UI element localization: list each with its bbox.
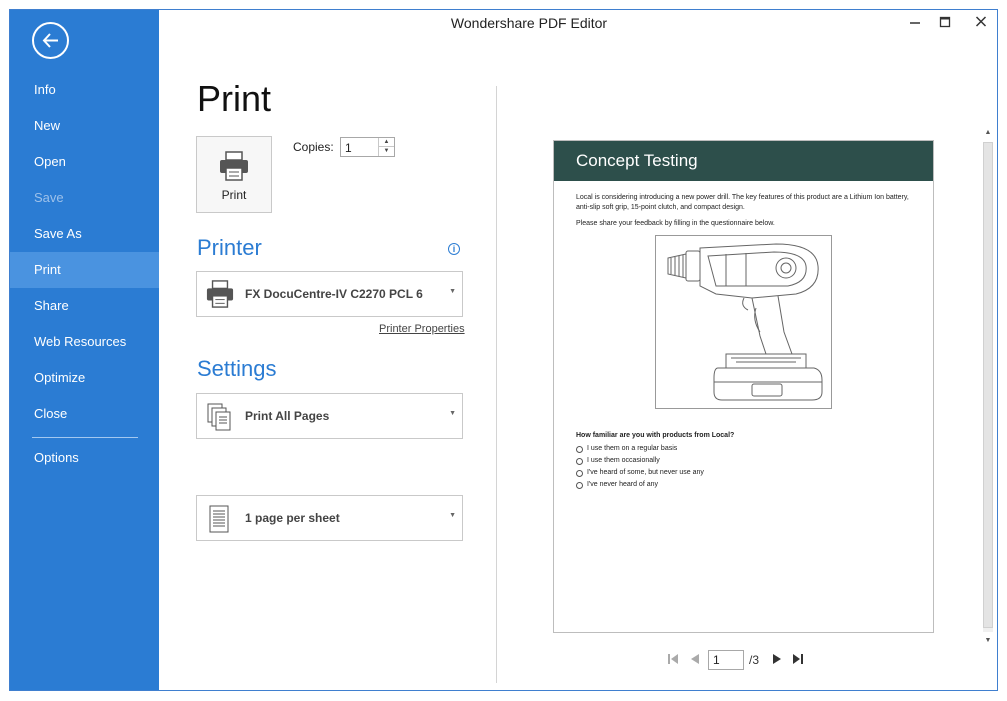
scroll-down-button[interactable]: ▼ xyxy=(980,634,996,648)
copies-stepper[interactable]: 1 ▲ ▼ xyxy=(340,137,395,157)
preview-instruction: Please share your feedback by filling in… xyxy=(576,220,775,227)
radio-icon xyxy=(576,445,583,453)
sidebar-nav: Info New Open Save Save As Print Share W… xyxy=(10,72,159,476)
last-page-icon xyxy=(793,654,803,664)
preview-option-label: I use them occasionally xyxy=(587,457,660,464)
copies-label: Copies: xyxy=(293,140,334,154)
scroll-track[interactable] xyxy=(983,142,993,632)
sidebar-item-options[interactable]: Options xyxy=(10,440,159,476)
previous-page-button[interactable] xyxy=(689,653,701,668)
column-divider xyxy=(496,86,497,683)
sidebar-item-share[interactable]: Share xyxy=(10,288,159,324)
sidebar-item-save-as[interactable]: Save As xyxy=(10,216,159,252)
preview-option: I use them occasionally xyxy=(576,455,911,467)
page-title: Print xyxy=(197,78,272,119)
page-number-input[interactable]: 1 xyxy=(708,650,744,670)
printer-selected-value: FX DocuCentre-IV C2270 PCL 6 xyxy=(245,287,423,301)
minimize-icon xyxy=(910,22,920,24)
pages-icon xyxy=(205,402,233,437)
first-page-icon xyxy=(668,654,678,664)
preview-option-label: I've heard of some, but never use any xyxy=(587,469,704,476)
preview-intro: Local is considering introducing a new p… xyxy=(576,194,909,211)
chevron-left-icon xyxy=(691,654,699,664)
page-range-value: Print All Pages xyxy=(245,409,330,423)
minimize-button[interactable] xyxy=(898,12,932,34)
sidebar-item-save: Save xyxy=(34,190,64,205)
chevron-down-icon: ▼ xyxy=(449,512,456,519)
scroll-thumb[interactable] xyxy=(983,142,993,628)
copies-spinner: ▲ ▼ xyxy=(378,138,394,156)
print-button-label: Print xyxy=(221,188,247,202)
preview-option-label: I've never heard of any xyxy=(587,481,658,488)
settings-heading: Settings xyxy=(197,356,277,381)
maximize-button[interactable] xyxy=(928,12,962,34)
preview-option: I use them on a regular basis xyxy=(576,443,911,455)
radio-icon xyxy=(576,469,583,477)
copies-value: 1 xyxy=(345,141,352,155)
printer-icon xyxy=(220,151,248,181)
window-title: Wondershare PDF Editor xyxy=(450,15,608,31)
sidebar-item-open[interactable]: Open xyxy=(10,144,159,180)
printer-heading: Printer xyxy=(197,235,262,260)
preview-question: How familiar are you with products from … xyxy=(576,432,735,439)
pages-per-sheet-select[interactable]: 1 page per sheet ▼ xyxy=(196,495,463,541)
preview-page-title: Concept Testing xyxy=(554,141,933,181)
sidebar-item-close[interactable]: Close xyxy=(10,396,159,432)
sidebar-item-optimize[interactable]: Optimize xyxy=(10,360,159,396)
copies-decrement-button[interactable]: ▼ xyxy=(379,147,394,156)
page-total: /3 xyxy=(749,653,760,667)
printer-select[interactable]: FX DocuCentre-IV C2270 PCL 6 ▼ xyxy=(196,271,463,317)
radio-icon xyxy=(576,481,583,489)
sidebar-item-print[interactable]: Print xyxy=(10,252,159,288)
print-preview-page: Concept Testing Local is considering int… xyxy=(553,140,934,633)
last-page-button[interactable] xyxy=(792,653,804,668)
scroll-up-button[interactable]: ▲ xyxy=(980,126,996,140)
page-range-select[interactable]: Print All Pages ▼ xyxy=(196,393,463,439)
preview-option-label: I use them on a regular basis xyxy=(587,445,678,452)
copies-increment-button[interactable]: ▲ xyxy=(379,138,394,147)
info-icon[interactable]: i xyxy=(448,243,460,255)
printer-properties-link[interactable]: Printer Properties xyxy=(379,323,465,335)
arrow-left-icon xyxy=(42,33,58,48)
preview-scrollbar[interactable]: ▲ ▼ xyxy=(980,126,996,648)
printer-icon xyxy=(205,280,235,313)
sidebar-item-new[interactable]: New xyxy=(10,108,159,144)
chevron-down-icon: ▼ xyxy=(449,288,456,295)
sidebar-divider xyxy=(32,437,138,438)
print-button[interactable]: Print xyxy=(196,136,272,213)
radio-icon xyxy=(576,457,583,465)
back-button[interactable] xyxy=(32,22,69,59)
preview-option: I've never heard of any xyxy=(576,479,911,491)
sidebar-item-info[interactable]: Info xyxy=(10,72,159,108)
preview-page-body: Local is considering introducing a new p… xyxy=(554,181,933,491)
sidebar-item-web-resources[interactable]: Web Resources xyxy=(10,324,159,360)
drill-illustration xyxy=(655,235,832,409)
single-page-icon xyxy=(205,504,233,539)
first-page-button[interactable] xyxy=(667,653,679,668)
chevron-down-icon: ▼ xyxy=(449,410,456,417)
chevron-right-icon xyxy=(773,654,781,664)
backstage-sidebar: Info New Open Save Save As Print Share W… xyxy=(10,10,159,690)
close-window-button[interactable] xyxy=(964,12,997,34)
power-drill-icon xyxy=(667,243,823,401)
preview-option: I've heard of some, but never use any xyxy=(576,467,911,479)
pages-per-sheet-value: 1 page per sheet xyxy=(245,511,340,525)
next-page-button[interactable] xyxy=(771,653,783,668)
maximize-icon xyxy=(939,16,951,28)
app-window: Info New Open Save Save As Print Share W… xyxy=(9,9,998,691)
close-icon xyxy=(975,16,987,27)
